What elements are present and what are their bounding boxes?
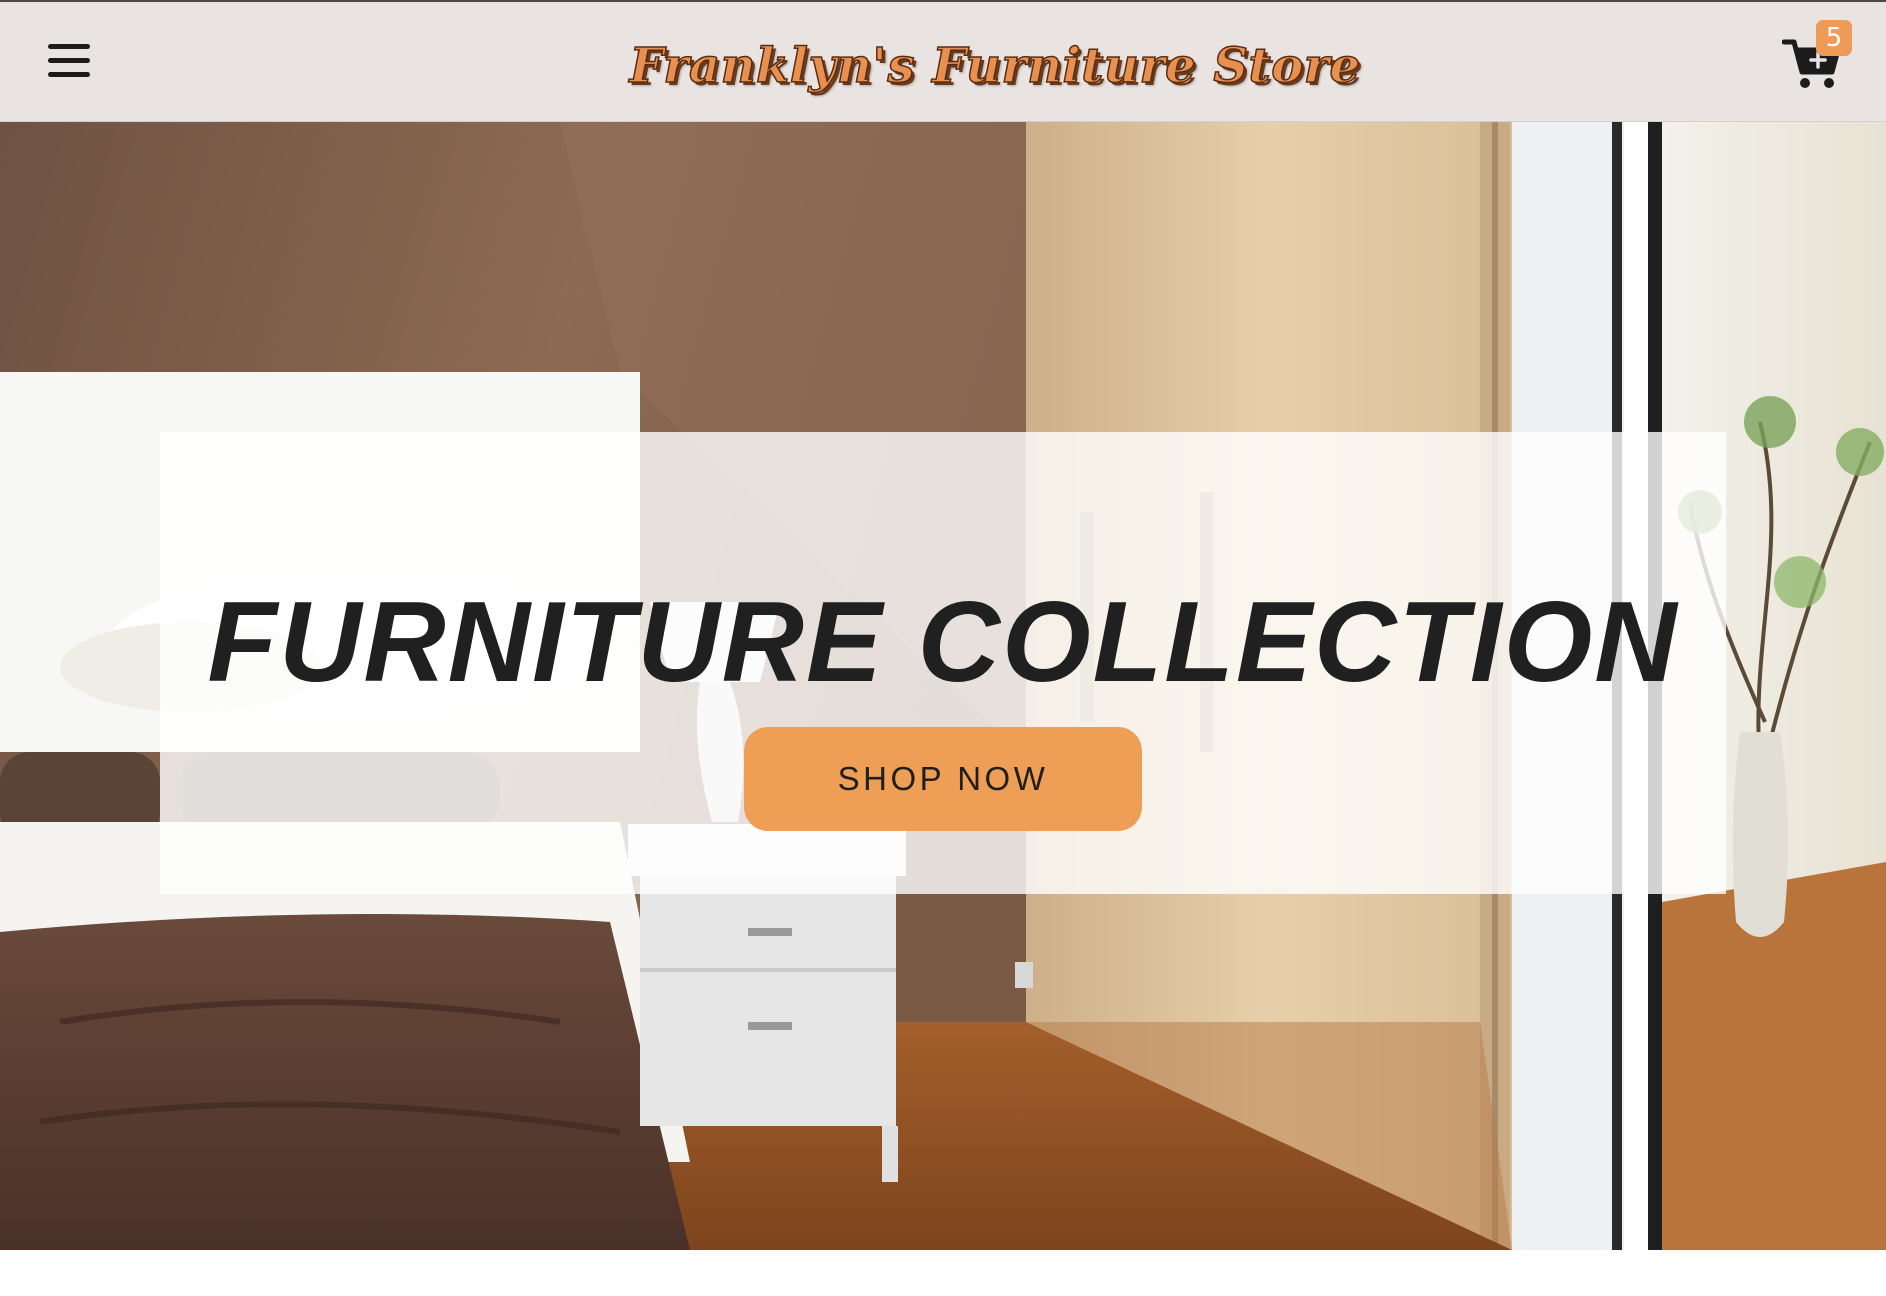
brand-container: Franklyn's Furniture Store bbox=[0, 2, 1886, 122]
cart-button[interactable]: 5 bbox=[1778, 18, 1858, 98]
menu-line bbox=[48, 58, 90, 63]
site-title[interactable]: Franklyn's Furniture Store bbox=[629, 37, 1361, 95]
menu-line bbox=[48, 72, 90, 77]
hamburger-menu-icon[interactable] bbox=[40, 36, 98, 86]
page-content-start bbox=[0, 1250, 1886, 1296]
menu-line bbox=[48, 44, 90, 49]
hero-banner: FURNITURE COLLECTION SHOP NOW bbox=[0, 122, 1886, 1250]
hero-overlay-card: FURNITURE COLLECTION SHOP NOW bbox=[160, 432, 1726, 894]
hero-title: FURNITURE COLLECTION bbox=[207, 579, 1679, 707]
site-header: Franklyn's Furniture Store 5 bbox=[0, 2, 1886, 122]
shop-now-button[interactable]: SHOP NOW bbox=[744, 727, 1142, 831]
cart-count-badge: 5 bbox=[1816, 20, 1852, 56]
